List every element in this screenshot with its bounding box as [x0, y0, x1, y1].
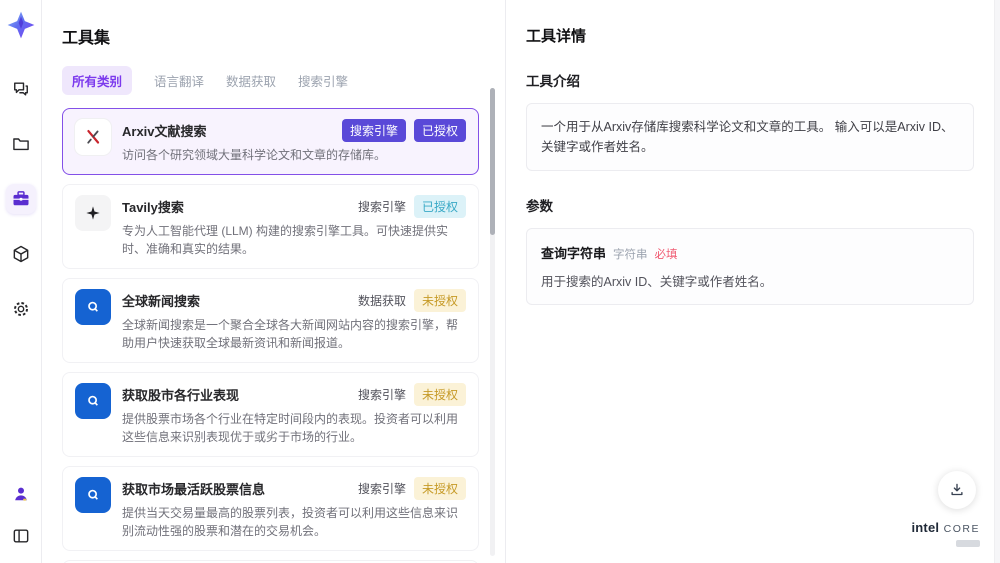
window-scrollbar-track[interactable]: [994, 0, 1000, 563]
tab-language-translation[interactable]: 语言翻译: [154, 66, 204, 95]
chat-icon: [13, 82, 28, 96]
sidebar-item-chat[interactable]: [6, 74, 36, 104]
panel-layout-icon: [13, 529, 28, 543]
param-description: 用于搜索的Arxiv ID、关键字或作者姓名。: [541, 275, 773, 289]
intel-ultra-mark: [956, 540, 980, 547]
tool-card-sector-performance[interactable]: 获取股市各行业表现 搜索引擎 未授权 提供股票市场各个行业在特定时间段内的表现。…: [62, 372, 479, 457]
arxiv-logo-icon: [75, 119, 111, 155]
tool-name: 全球新闻搜索: [122, 294, 201, 309]
intro-heading: 工具介绍: [526, 74, 580, 89]
param-name: 查询字符串: [541, 246, 607, 261]
category-tabs: 所有类别 语言翻译 数据获取 搜索引擎: [62, 66, 505, 95]
icon-sidebar: [0, 0, 42, 563]
download-icon: [951, 483, 963, 496]
tab-search-engine[interactable]: 搜索引擎: [298, 66, 348, 95]
sidebar-item-files[interactable]: [6, 129, 36, 159]
tool-card-global-news[interactable]: 全球新闻搜索 数据获取 未授权 全球新闻搜索是一个聚合全球各大新闻网站内容的搜索…: [62, 278, 479, 363]
gear-icon: [13, 302, 28, 316]
user-icon: [14, 487, 27, 501]
sparkle-logo-icon: [7, 11, 34, 39]
tool-card-tavily[interactable]: Tavily搜索 搜索引擎 已授权 专为人工智能代理 (LLM) 构建的搜索引擎…: [62, 184, 479, 269]
param-required-flag: 必填: [654, 249, 678, 261]
tab-data-fetch[interactable]: 数据获取: [226, 66, 276, 95]
category-label: 数据获取: [357, 294, 406, 308]
tool-detail-panel: 工具详情 工具介绍 一个用于从Arxiv存储库搜索科学论文和文章的工具。 输入可…: [505, 0, 1000, 563]
tool-name: 获取市场最活跃股票信息: [122, 482, 266, 497]
tool-name: 获取股市各行业表现: [122, 388, 240, 403]
intro-text-box: 一个用于从Arxiv存储库搜索科学论文和文章的工具。 输入可以是Arxiv ID…: [526, 103, 974, 171]
news-search-app-icon: [75, 289, 111, 325]
list-scrollbar-track[interactable]: [490, 88, 495, 556]
category-label: 搜索引擎: [357, 200, 406, 214]
folder-icon: [12, 138, 29, 151]
auth-status-badge: 未授权: [413, 383, 466, 406]
tool-description: 提供当天交易量最高的股票列表，投资者可以利用这些信息来识别流动性强的股票和潜在的…: [122, 506, 459, 538]
auth-status-badge: 已授权: [413, 195, 466, 218]
category-label: 搜索引擎: [357, 482, 406, 496]
intel-core-logo: intel CORE: [911, 519, 980, 547]
tools-list-panel: 工具集 所有类别 语言翻译 数据获取 搜索引擎 Arxiv文献搜索 搜索引擎 已…: [42, 0, 505, 563]
sidebar-item-packages[interactable]: [6, 239, 36, 269]
tab-all-categories[interactable]: 所有类别: [62, 66, 133, 95]
magnifier-icon: [88, 395, 98, 406]
params-heading: 参数: [526, 199, 553, 214]
param-type: 字符串: [613, 249, 648, 261]
card-content: Tavily搜索 搜索引擎 已授权 专为人工智能代理 (LLM) 构建的搜索引擎…: [122, 195, 466, 258]
tool-name: Arxiv文献搜索: [122, 124, 207, 139]
cube-icon: [13, 245, 28, 263]
app-window: 工具集 所有类别 语言翻译 数据获取 搜索引擎 Arxiv文献搜索 搜索引擎 已…: [0, 0, 1000, 563]
intel-logo-text: intel: [911, 520, 940, 536]
card-content: 获取股市各行业表现 搜索引擎 未授权 提供股票市场各个行业在特定时间段内的表现。…: [122, 383, 466, 446]
detail-title: 工具详情: [526, 28, 587, 45]
download-button[interactable]: [938, 471, 976, 509]
auth-status-badge: 未授权: [413, 289, 466, 312]
parameter-card: 查询字符串 字符串 必填 用于搜索的Arxiv ID、关键字或作者姓名。: [526, 228, 974, 305]
auth-status-badge: 未授权: [413, 477, 466, 500]
category-label: 搜索引擎: [357, 388, 406, 402]
collapse-sidebar-button[interactable]: [6, 521, 36, 551]
tool-description: 提供股票市场各个行业在特定时间段内的表现。投资者可以利用这些信息来识别表现优于或…: [122, 412, 459, 444]
tavily-star-icon: [75, 195, 111, 231]
category-badge: 搜索引擎: [341, 119, 406, 142]
sidebar-nav: [5, 74, 36, 324]
core-logo-text: CORE: [943, 523, 980, 536]
stock-search-app-icon: [75, 383, 111, 419]
tool-card-active-stocks[interactable]: 获取市场最活跃股票信息 搜索引擎 未授权 提供当天交易量最高的股票列表，投资者可…: [62, 466, 479, 551]
card-content: 全球新闻搜索 数据获取 未授权 全球新闻搜索是一个聚合全球各大新闻网站内容的搜索…: [122, 289, 466, 352]
sidebar-item-tools[interactable]: [5, 184, 36, 214]
four-point-star-icon: [86, 206, 100, 220]
list-scrollbar-thumb[interactable]: [490, 88, 495, 235]
card-content: Arxiv文献搜索 搜索引擎 已授权 访问各个研究领域大量科学论文和文章的存储库…: [122, 119, 466, 164]
sidebar-bottom: [6, 479, 36, 551]
stock-search-app-icon: [75, 477, 111, 513]
tool-description: 访问各个研究领域大量科学论文和文章的存储库。: [122, 148, 387, 162]
user-avatar[interactable]: [6, 479, 36, 509]
arxiv-x-icon: [87, 129, 100, 144]
magnifier-icon: [88, 301, 98, 312]
tool-name: Tavily搜索: [122, 200, 184, 215]
auth-status-badge: 已授权: [413, 119, 466, 142]
card-content: 获取市场最活跃股票信息 搜索引擎 未授权 提供当天交易量最高的股票列表，投资者可…: [122, 477, 466, 540]
sidebar-item-settings[interactable]: [6, 294, 36, 324]
magnifier-icon: [88, 489, 98, 500]
tool-card-arxiv[interactable]: Arxiv文献搜索 搜索引擎 已授权 访问各个研究领域大量科学论文和文章的存储库…: [62, 108, 479, 175]
tool-description: 全球新闻搜索是一个聚合全球各大新闻网站内容的搜索引擎，帮助用户快速获取全球最新资…: [122, 318, 459, 350]
tool-description: 专为人工智能代理 (LLM) 构建的搜索引擎工具。可快速提供实时、准确和真实的结…: [122, 224, 449, 256]
app-logo-icon: [6, 10, 36, 40]
toolbox-icon: [13, 191, 28, 206]
page-title: 工具集: [62, 30, 111, 47]
tool-cards-list: Arxiv文献搜索 搜索引擎 已授权 访问各个研究领域大量科学论文和文章的存储库…: [62, 108, 505, 563]
